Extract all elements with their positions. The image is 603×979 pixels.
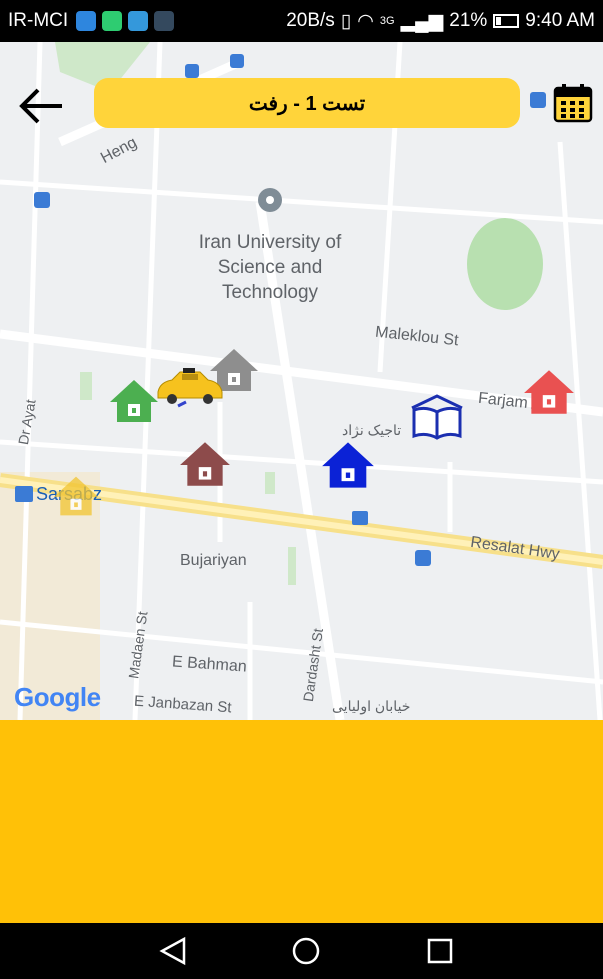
calendar-icon bbox=[553, 84, 593, 123]
notification-icon bbox=[76, 11, 97, 31]
trip-title: تست 1 - رفت bbox=[94, 78, 520, 128]
message-notification-icon bbox=[128, 11, 149, 31]
status-right: 20B/s ▯ ◠ 3G ▂▄▆ 21% 9:40 AM bbox=[286, 10, 595, 33]
system-navigation-bar bbox=[0, 923, 603, 979]
taxi-marker[interactable] bbox=[152, 368, 226, 408]
google-attribution: Google bbox=[14, 682, 101, 712]
arrow-left-icon bbox=[19, 88, 62, 124]
map-view[interactable]: Heng Iran University of Science and Tech… bbox=[0, 42, 603, 720]
chat-notification-icon bbox=[102, 11, 123, 31]
google-logo: Google bbox=[14, 682, 101, 713]
street-label-olia: خیابان اولیایی bbox=[332, 698, 411, 714]
recents-nav-button[interactable] bbox=[424, 935, 456, 967]
street-label-tajik-nejad: تاجیک نژاد bbox=[342, 422, 402, 438]
home-circle-icon bbox=[292, 937, 320, 965]
page-title: تست 1 - رفت bbox=[248, 92, 366, 115]
recents-square-icon bbox=[427, 938, 453, 964]
campus-label: Iran University of Science and Technolog… bbox=[198, 232, 342, 303]
bottom-panel bbox=[0, 720, 603, 923]
vibrate-icon: ▯ bbox=[340, 10, 352, 32]
carrier-name: IR-MCI bbox=[8, 10, 69, 31]
network-speed: 20B/s bbox=[286, 10, 335, 31]
signal-icon: ▂▄▆ bbox=[400, 10, 444, 32]
street-label-bujariyan: Bujariyan bbox=[180, 552, 247, 569]
back-button[interactable] bbox=[18, 86, 66, 126]
back-nav-button[interactable] bbox=[158, 935, 190, 967]
battery-icon bbox=[493, 14, 520, 28]
wifi-icon: ◠ bbox=[357, 10, 374, 32]
home-nav-button[interactable] bbox=[290, 935, 322, 967]
calendar-button[interactable] bbox=[552, 82, 594, 124]
map-base bbox=[0, 42, 603, 720]
home-marker-red[interactable] bbox=[522, 368, 576, 416]
battery-percent: 21% bbox=[449, 10, 488, 31]
clock: 9:40 AM bbox=[525, 10, 595, 31]
news-notification-icon bbox=[154, 11, 175, 31]
status-bar: IR-MCI 20B/s ▯ ◠ 3G ▂▄▆ 21% 9:40 AM bbox=[0, 0, 603, 42]
network-type: 3G bbox=[379, 15, 395, 27]
home-marker-blue[interactable] bbox=[320, 440, 376, 490]
back-triangle-icon bbox=[159, 936, 186, 966]
home-marker-yellow[interactable] bbox=[52, 474, 100, 518]
school-marker[interactable] bbox=[408, 394, 466, 440]
home-marker-brown[interactable] bbox=[178, 440, 232, 488]
